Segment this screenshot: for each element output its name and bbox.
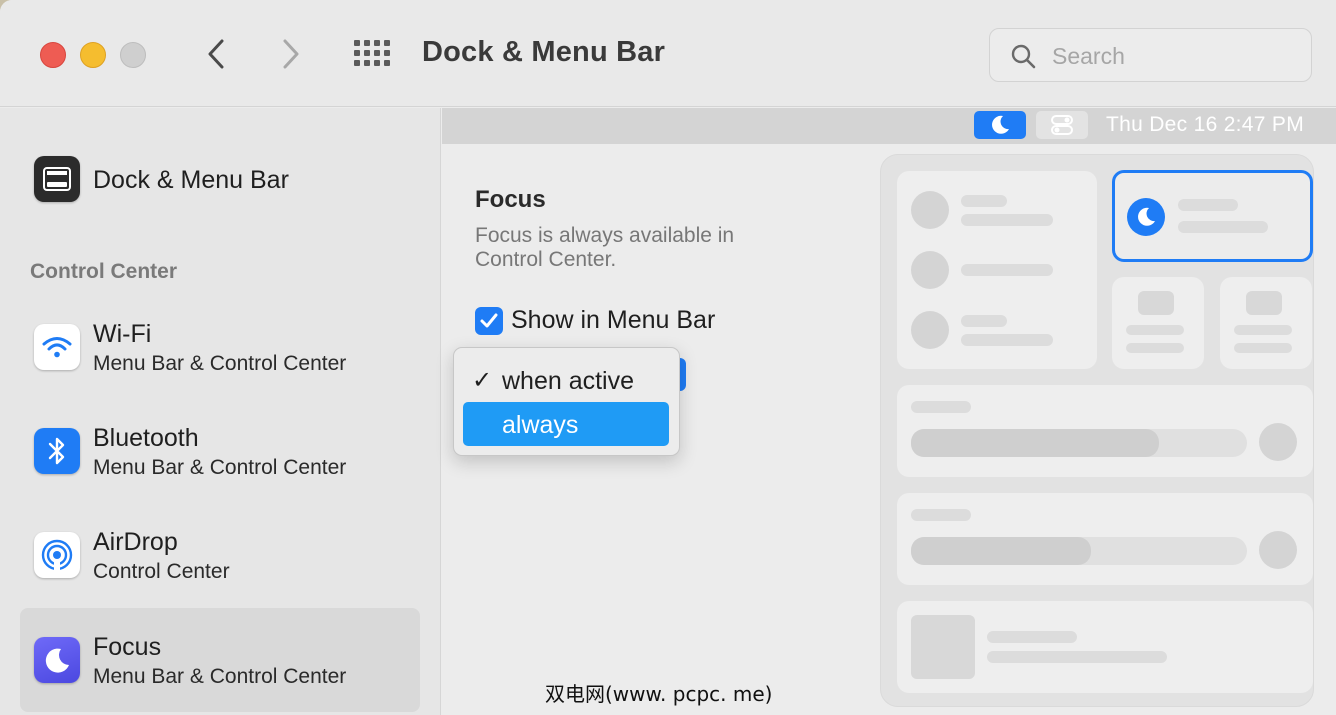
now-playing-preview [897,601,1313,693]
focus-heading: Focus [475,186,546,213]
search-placeholder: Search [1052,43,1125,69]
search-field[interactable]: Search [989,28,1312,82]
sidebar-item-dock-menu-bar[interactable]: Dock & Menu Bar [20,128,420,232]
chevron-left-icon [208,39,224,69]
menu-bar-clock: Thu Dec 16 2:47 PM [1106,113,1304,136]
focus-description: Focus is always available in Control Cen… [475,224,735,271]
menu-bar-control-center-icon [1036,111,1088,139]
sidebar: Dock & Menu Bar Control Center Wi-Fi Men… [0,108,441,715]
search-icon [1011,44,1036,69]
show-in-menu-bar-label: Show in Menu Bar [511,306,716,334]
chevron-right-icon [283,39,299,69]
connectivity-tile-preview [897,171,1097,369]
sound-slider-preview [897,493,1313,585]
sidebar-item-subtitle: Menu Bar & Control Center [93,665,347,688]
control-center-preview [880,154,1314,707]
sidebar-item-title: Focus [93,633,162,661]
section-label-control-center: Control Center [30,260,177,283]
small-tile-preview [1112,277,1204,369]
sidebar-item-title: Bluetooth [93,424,199,452]
sidebar-item-airdrop[interactable]: AirDrop Control Center [20,508,420,612]
sidebar-item-title: AirDrop [93,528,178,556]
window-title: Dock & Menu Bar [422,36,666,68]
show-in-menu-bar-checkbox[interactable] [475,307,503,335]
close-button[interactable] [40,42,66,68]
zoom-button[interactable] [120,42,146,68]
focus-moon-icon [1127,198,1165,236]
wifi-icon [34,324,80,370]
dropdown-option-label: always [502,411,579,439]
sidebar-item-subtitle: Control Center [93,560,230,583]
dock-menubar-icon [34,156,80,202]
dropdown-option-when-active[interactable]: ✓ when active [463,358,669,402]
watermark-text: 双电网(www. pcpc. me) [545,682,773,706]
airdrop-icon [34,532,80,578]
display-slider-preview [897,385,1313,477]
dropdown-option-label: when active [502,367,635,395]
small-tile-preview [1220,277,1312,369]
forward-button[interactable] [273,36,309,72]
sidebar-item-bluetooth[interactable]: Bluetooth Menu Bar & Control Center [20,404,420,508]
sidebar-item-label: Dock & Menu Bar [93,166,289,194]
show-all-grid-button[interactable] [354,40,392,70]
sidebar-item-focus[interactable]: Focus Menu Bar & Control Center [20,608,420,712]
checkmark-icon [480,313,498,328]
menu-bar-visibility-dropdown: ✓ when active always [453,347,680,456]
focus-tile-preview [1112,170,1313,262]
sidebar-item-subtitle: Menu Bar & Control Center [93,456,347,479]
bluetooth-icon [34,428,80,474]
sidebar-item-title: Wi-Fi [93,320,152,348]
sidebar-item-wifi[interactable]: Wi-Fi Menu Bar & Control Center [20,300,420,404]
minimize-button[interactable] [80,42,106,68]
dropdown-option-always[interactable]: always [463,402,669,446]
menu-bar-focus-icon [974,111,1026,139]
focus-moon-icon [34,637,80,683]
system-preferences-window: Dock & Menu Bar Search Dock & Menu Bar C… [0,0,1336,715]
sidebar-item-subtitle: Menu Bar & Control Center [93,352,347,375]
title-bar: Dock & Menu Bar Search [0,0,1336,107]
menu-bar-preview: Thu Dec 16 2:47 PM [442,108,1336,144]
checkmark-icon: ✓ [472,367,493,394]
back-button[interactable] [198,36,234,72]
